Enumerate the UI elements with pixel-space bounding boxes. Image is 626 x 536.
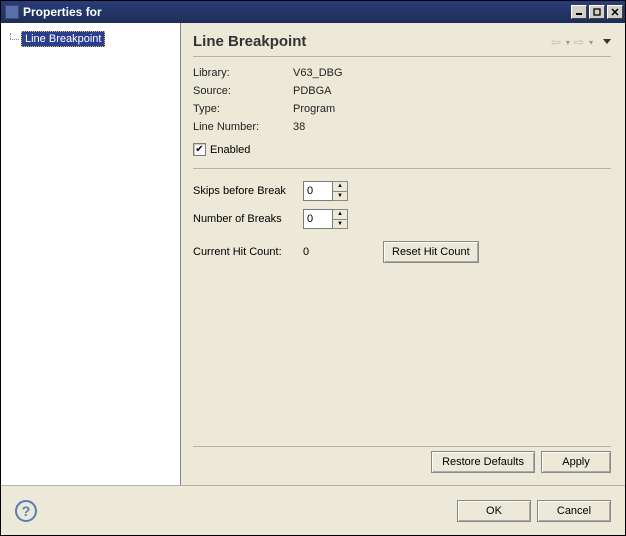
back-history-icon[interactable]	[565, 36, 570, 48]
type-label: Type:	[193, 103, 293, 115]
skips-down-icon[interactable]: ▼	[333, 192, 347, 201]
row-skips: Skips before Break ▲ ▼	[193, 181, 611, 201]
enabled-label: Enabled	[210, 144, 250, 156]
breaks-spinner: ▲ ▼	[303, 209, 348, 229]
title-bar: Properties for	[1, 1, 625, 23]
nav-arrows: ⇦ ⇨	[551, 35, 611, 49]
apply-button[interactable]: Apply	[541, 451, 611, 473]
source-label: Source:	[193, 85, 293, 97]
close-button[interactable]	[607, 5, 623, 19]
cancel-button[interactable]: Cancel	[537, 500, 611, 522]
app-icon	[5, 5, 19, 19]
row-breaks: Number of Breaks ▲ ▼	[193, 209, 611, 229]
forward-arrow-icon[interactable]: ⇨	[574, 35, 584, 49]
dialog-button-bar: ? OK Cancel	[1, 485, 625, 535]
library-label: Library:	[193, 67, 293, 79]
type-value: Program	[293, 103, 335, 115]
breaks-label: Number of Breaks	[193, 213, 303, 225]
separator	[193, 56, 611, 57]
page-menu-icon[interactable]	[603, 39, 611, 44]
skips-spin-buttons: ▲ ▼	[333, 181, 348, 201]
row-hit-count: Current Hit Count: 0 Reset Hit Count	[193, 241, 611, 263]
separator	[193, 168, 611, 169]
breaks-down-icon[interactable]: ▼	[333, 220, 347, 229]
skips-label: Skips before Break	[193, 185, 303, 197]
maximize-button[interactable]	[589, 5, 605, 19]
window-controls	[571, 5, 623, 19]
hit-count-label: Current Hit Count:	[193, 246, 303, 258]
breaks-spin-buttons: ▲ ▼	[333, 209, 348, 229]
line-number-value: 38	[293, 121, 305, 133]
enabled-checkbox[interactable]: ✔	[193, 143, 206, 156]
category-tree[interactable]: Line Breakpoint	[1, 23, 181, 485]
reset-hit-count-button[interactable]: Reset Hit Count	[383, 241, 479, 263]
minimize-button[interactable]	[571, 5, 587, 19]
restore-defaults-button[interactable]: Restore Defaults	[431, 451, 535, 473]
tree-connector-icon	[5, 33, 19, 45]
source-value: PDBGA	[293, 85, 332, 97]
library-value: V63_DBG	[293, 67, 343, 79]
main-area: Line Breakpoint Line Breakpoint ⇦ ⇨ Libr…	[1, 23, 625, 485]
breaks-input[interactable]	[303, 209, 333, 229]
row-library: Library: V63_DBG	[193, 67, 611, 79]
row-source: Source: PDBGA	[193, 85, 611, 97]
tree-item-line-breakpoint[interactable]: Line Breakpoint	[5, 31, 176, 47]
skips-input[interactable]	[303, 181, 333, 201]
breaks-up-icon[interactable]: ▲	[333, 210, 347, 220]
row-line-number: Line Number: 38	[193, 121, 611, 133]
line-number-label: Line Number:	[193, 121, 293, 133]
content-panel: Line Breakpoint ⇦ ⇨ Library: V63_DBG Sou…	[181, 23, 625, 485]
help-icon[interactable]: ?	[15, 500, 37, 522]
forward-history-icon[interactable]	[588, 36, 593, 48]
tree-item-label: Line Breakpoint	[21, 31, 105, 47]
spacer	[193, 263, 611, 440]
back-arrow-icon[interactable]: ⇦	[551, 35, 561, 49]
window-title: Properties for	[23, 5, 571, 19]
page-header: Line Breakpoint ⇦ ⇨	[193, 33, 611, 50]
page-footer-buttons: Restore Defaults Apply	[193, 446, 611, 477]
skips-up-icon[interactable]: ▲	[333, 182, 347, 192]
row-type: Type: Program	[193, 103, 611, 115]
row-enabled: ✔ Enabled	[193, 143, 611, 156]
page-title: Line Breakpoint	[193, 33, 551, 50]
skips-spinner: ▲ ▼	[303, 181, 348, 201]
hit-count-value: 0	[303, 246, 383, 258]
ok-button[interactable]: OK	[457, 500, 531, 522]
